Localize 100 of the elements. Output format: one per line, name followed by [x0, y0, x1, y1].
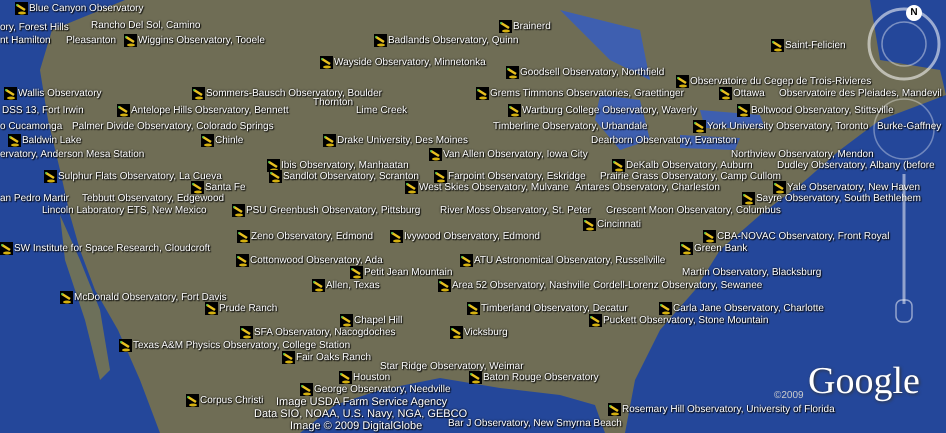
place-label[interactable]: Dearborn Observatory, Evanston: [591, 135, 736, 146]
telescope-icon[interactable]: [340, 314, 353, 327]
telescope-icon[interactable]: [237, 230, 250, 243]
place-label[interactable]: Farpoint Observatory, Eskridge: [448, 171, 586, 182]
place-label[interactable]: Wayside Observatory, Minnetonka: [334, 57, 486, 68]
telescope-icon[interactable]: [191, 181, 204, 194]
place-label[interactable]: Goodsell Observatory, Northfield: [520, 67, 664, 78]
telescope-icon[interactable]: [320, 56, 333, 69]
place-label[interactable]: George Observatory, Needville: [314, 384, 451, 395]
telescope-icon[interactable]: [374, 34, 387, 47]
telescope-icon[interactable]: [300, 383, 313, 396]
telescope-icon[interactable]: [703, 230, 716, 243]
telescope-icon[interactable]: [737, 104, 750, 117]
telescope-icon[interactable]: [405, 181, 418, 194]
telescope-icon[interactable]: [434, 170, 447, 183]
telescope-icon[interactable]: [450, 326, 463, 339]
place-label[interactable]: Allen, Texas: [326, 280, 380, 291]
place-label[interactable]: o Cucamonga: [0, 121, 62, 132]
place-label[interactable]: Ibis Observatory, Manhaatan: [281, 160, 409, 171]
place-label[interactable]: Martin Observatory, Blacksburg: [682, 267, 822, 278]
telescope-icon[interactable]: [4, 87, 17, 100]
telescope-icon[interactable]: [8, 134, 21, 147]
place-label[interactable]: Lime Creek: [356, 105, 408, 116]
telescope-icon[interactable]: [612, 159, 625, 172]
place-label[interactable]: Chinle: [215, 135, 244, 146]
telescope-icon[interactable]: [269, 170, 282, 183]
telescope-icon[interactable]: [680, 242, 693, 255]
place-label[interactable]: Cottonwood Observatory, Ada: [250, 255, 383, 266]
place-label[interactable]: Rosemary Hill Observatory, University of Florida: [622, 404, 835, 415]
telescope-icon[interactable]: [499, 20, 512, 33]
telescope-icon[interactable]: [438, 279, 451, 292]
telescope-icon[interactable]: [350, 266, 363, 279]
place-label[interactable]: Drake University, Des Moines: [337, 135, 468, 146]
place-label[interactable]: Grems Timmons Observatories, Graettinger: [490, 88, 684, 99]
telescope-icon[interactable]: [124, 34, 137, 47]
telescope-icon[interactable]: [192, 87, 205, 100]
place-label[interactable]: York University Observatory, Toronto: [707, 121, 869, 132]
place-label[interactable]: Yale Observatory, New Haven: [787, 182, 920, 193]
place-label[interactable]: Area 52 Observatory, Nashville: [452, 280, 590, 291]
place-label[interactable]: Ottawa: [733, 88, 765, 99]
place-label[interactable]: Antares Observatory, Charleston: [575, 182, 720, 193]
place-label[interactable]: Santa Fe: [205, 182, 246, 193]
place-label[interactable]: Observatoire du Cegep de Trois-Rivieres: [690, 76, 872, 87]
place-label[interactable]: SFA Observatory, Nacogdoches: [254, 327, 396, 338]
telescope-icon[interactable]: [186, 394, 199, 407]
place-label[interactable]: Saint-Felicien: [785, 40, 846, 51]
place-label[interactable]: Rancho Del Sol, Camino: [91, 20, 200, 31]
place-label[interactable]: Tebbutt Observatory, Edgewood: [82, 193, 224, 204]
place-label[interactable]: Prude Ranch: [219, 303, 278, 314]
place-label[interactable]: Prairie Grass Observatory, Camp Cullom: [600, 171, 781, 182]
telescope-icon[interactable]: [312, 279, 325, 292]
place-label[interactable]: Brainerd: [513, 21, 551, 32]
place-label[interactable]: Green Bank: [694, 243, 748, 254]
place-label[interactable]: Texas A&M Physics Observatory, College Station: [133, 340, 350, 351]
place-label[interactable]: ATU Astronomical Observatory, Russellville: [474, 255, 666, 266]
place-label[interactable]: Petit Jean Mountain: [364, 267, 452, 278]
telescope-icon[interactable]: [460, 254, 473, 267]
telescope-icon[interactable]: [44, 170, 57, 183]
place-label[interactable]: Vicksburg: [464, 327, 508, 338]
place-label[interactable]: Wartburg College Observatory, Waverly: [522, 105, 698, 116]
place-label[interactable]: Cordell-Lorenz Observatory, Sewanee: [593, 280, 762, 291]
telescope-icon[interactable]: [608, 403, 621, 416]
place-label[interactable]: Timberline Observatory, Urbandale: [493, 121, 648, 132]
telescope-icon[interactable]: [232, 204, 245, 217]
place-label[interactable]: Lincoln Laboratory ETS, New Mexico: [42, 205, 207, 216]
place-label[interactable]: Chapel Hill: [354, 315, 402, 326]
telescope-icon[interactable]: [429, 148, 442, 161]
place-label[interactable]: ory, Forest Hills: [0, 22, 69, 33]
telescope-icon[interactable]: [773, 181, 786, 194]
place-label[interactable]: ervatory, Anderson Mesa Station: [0, 149, 144, 160]
place-label[interactable]: Northview Observatory, Mendon: [731, 149, 874, 160]
place-label[interactable]: Baldwin Lake: [22, 135, 82, 146]
place-label[interactable]: SW Institute for Space Research, Cloudcroft: [14, 243, 210, 254]
telescope-icon[interactable]: [506, 66, 519, 79]
place-label[interactable]: Observatoire des Pleiades, Mandevil: [779, 88, 942, 99]
telescope-icon[interactable]: [60, 291, 73, 304]
telescope-icon[interactable]: [0, 242, 13, 255]
place-label[interactable]: Wallis Observatory: [18, 88, 102, 99]
telescope-icon[interactable]: [390, 230, 403, 243]
place-label[interactable]: CBA-NOVAC Observatory, Front Royal: [717, 231, 890, 242]
place-label[interactable]: Blue Canyon Observatory: [29, 3, 144, 14]
place-label[interactable]: McDonald Observatory, Fort Davis: [74, 292, 227, 303]
telescope-icon[interactable]: [205, 302, 218, 315]
place-label[interactable]: Burke-Gaffney: [877, 121, 942, 132]
place-label[interactable]: River Moss Observatory, St. Peter: [440, 205, 591, 216]
place-label[interactable]: Van Allen Observatory, Iowa City: [443, 149, 588, 160]
place-label[interactable]: Houston: [353, 372, 390, 383]
place-label[interactable]: Boltwood Observatory, Stittsville: [751, 105, 894, 116]
place-label[interactable]: DeKalb Observatory, Auburn: [626, 160, 753, 171]
place-label[interactable]: Pleasanton: [66, 35, 116, 46]
telescope-icon[interactable]: [236, 254, 249, 267]
place-label[interactable]: nt Hamilton: [0, 35, 51, 46]
place-label[interactable]: Fair Oaks Ranch: [296, 352, 372, 363]
place-label[interactable]: Sommers-Bausch Observatory, Boulder: [206, 88, 382, 99]
place-label[interactable]: Puckett Observatory, Stone Mountain: [603, 315, 768, 326]
telescope-icon[interactable]: [583, 218, 596, 231]
telescope-icon[interactable]: [117, 104, 130, 117]
telescope-icon[interactable]: [719, 87, 732, 100]
place-label[interactable]: Carla Jane Observatory, Charlotte: [673, 303, 824, 314]
telescope-icon[interactable]: [15, 2, 28, 15]
